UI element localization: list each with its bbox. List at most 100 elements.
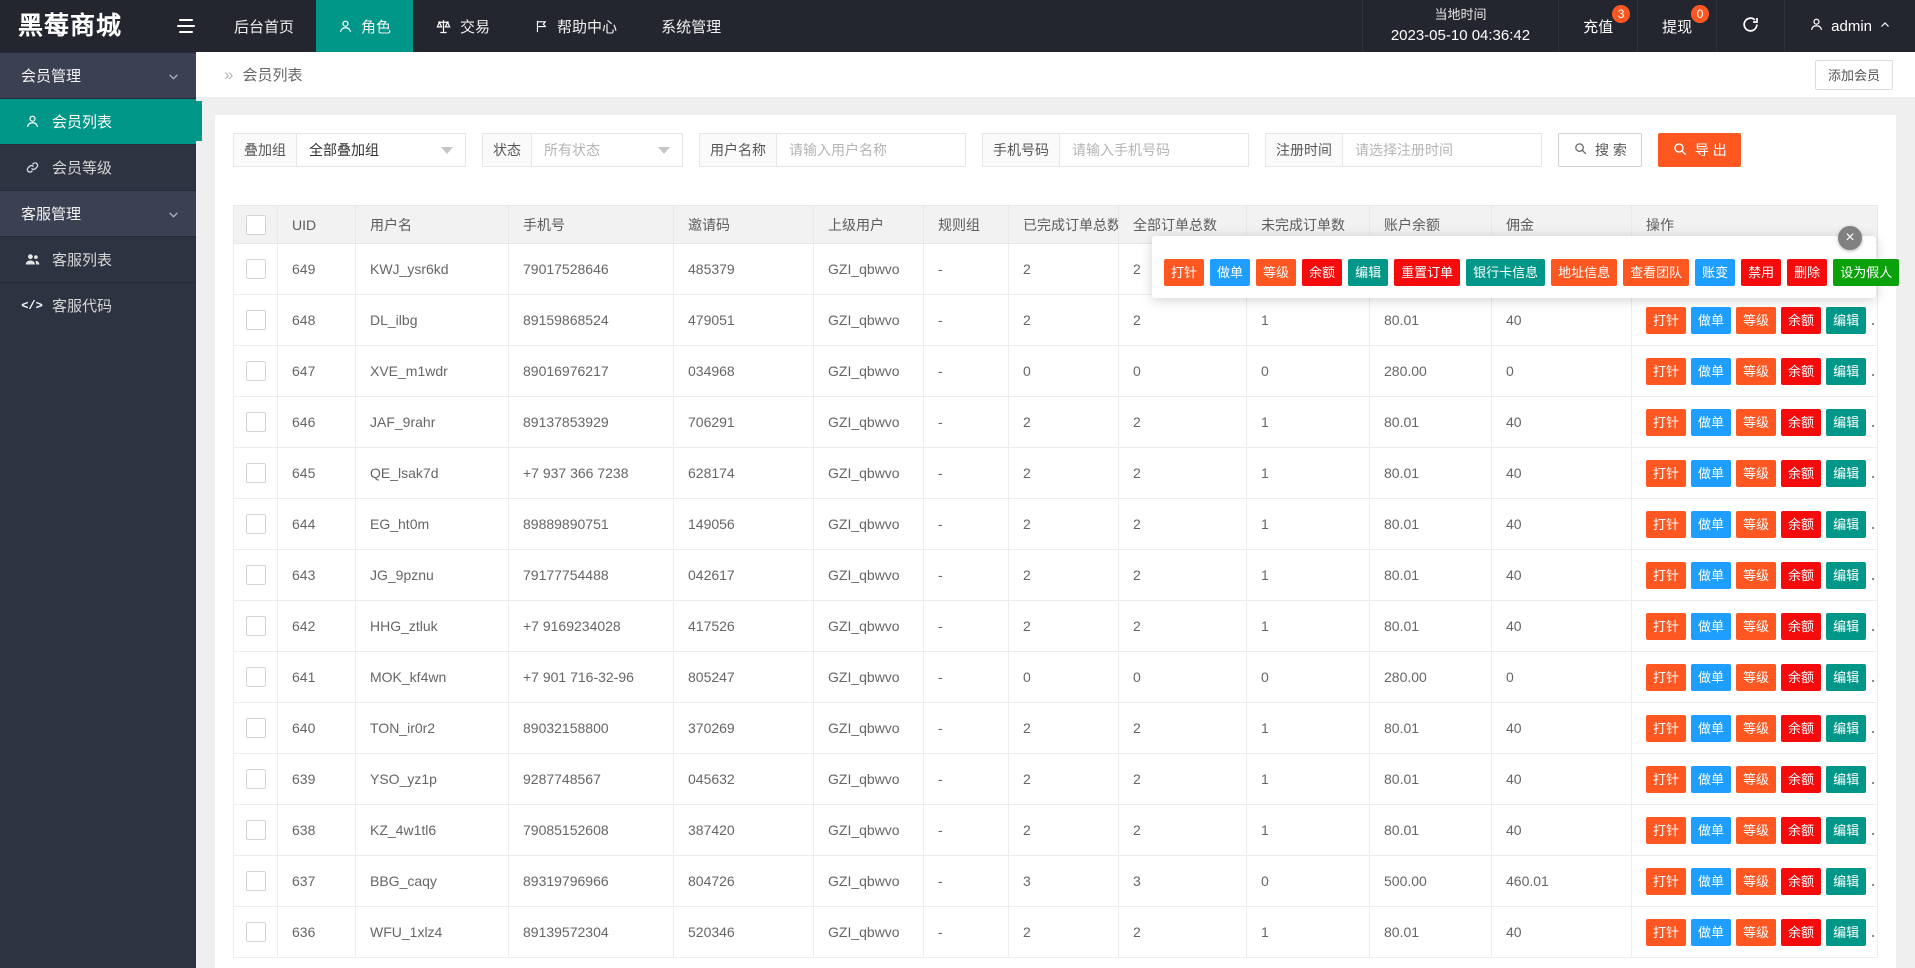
row-more-actions-button[interactable]: ... bbox=[1871, 873, 1877, 889]
row-action-button[interactable]: 等级 bbox=[1736, 562, 1776, 589]
row-more-actions-button[interactable]: ... bbox=[1871, 924, 1877, 940]
row-action-button[interactable]: 打针 bbox=[1646, 409, 1686, 436]
row-action-button[interactable]: 编辑 bbox=[1826, 409, 1866, 436]
row-action-button[interactable]: 做单 bbox=[1691, 511, 1731, 538]
row-action-button[interactable]: 打针 bbox=[1646, 307, 1686, 334]
row-action-button[interactable]: 余额 bbox=[1781, 409, 1821, 436]
row-action-button[interactable]: 打针 bbox=[1646, 766, 1686, 793]
row-action-button[interactable]: 重置订单 bbox=[1394, 259, 1460, 286]
row-checkbox[interactable] bbox=[246, 565, 266, 585]
row-more-actions-button[interactable]: ... bbox=[1871, 516, 1877, 532]
nav-item-trade[interactable]: 交易 bbox=[413, 0, 512, 52]
row-action-button[interactable]: 查看团队 bbox=[1623, 259, 1689, 286]
row-action-button[interactable]: 打针 bbox=[1646, 919, 1686, 946]
row-checkbox[interactable] bbox=[246, 361, 266, 381]
row-action-button[interactable]: 余额 bbox=[1781, 358, 1821, 385]
nav-item-help-center[interactable]: 帮助中心 bbox=[512, 0, 639, 52]
row-action-button[interactable]: 删除 bbox=[1787, 259, 1827, 286]
withdraw-button[interactable]: 提现 0 bbox=[1637, 0, 1716, 52]
row-action-button[interactable]: 银行卡信息 bbox=[1466, 259, 1545, 286]
row-more-actions-button[interactable]: ... bbox=[1871, 363, 1877, 379]
row-action-button[interactable]: 禁用 bbox=[1741, 259, 1781, 286]
row-action-button[interactable]: 打针 bbox=[1646, 613, 1686, 640]
row-action-button[interactable]: 做单 bbox=[1691, 460, 1731, 487]
row-action-button[interactable]: 账变 bbox=[1695, 259, 1735, 286]
row-checkbox[interactable] bbox=[246, 769, 266, 789]
row-action-button[interactable]: 编辑 bbox=[1826, 511, 1866, 538]
row-more-actions-button[interactable]: ... bbox=[1871, 822, 1877, 838]
nav-item-dashboard[interactable]: 后台首页 bbox=[212, 0, 316, 52]
row-action-button[interactable]: 打针 bbox=[1646, 460, 1686, 487]
sidebar-item-member-level[interactable]: 会员等级 bbox=[0, 144, 196, 190]
export-button[interactable]: 导 出 bbox=[1658, 133, 1741, 167]
row-action-button[interactable]: 余额 bbox=[1781, 868, 1821, 895]
row-action-button[interactable]: 打针 bbox=[1646, 664, 1686, 691]
row-action-button[interactable]: 余额 bbox=[1781, 664, 1821, 691]
row-more-actions-button[interactable]: ... bbox=[1871, 312, 1877, 328]
row-action-button[interactable]: 做单 bbox=[1691, 766, 1731, 793]
row-action-button[interactable]: 等级 bbox=[1736, 766, 1776, 793]
row-action-button[interactable]: 余额 bbox=[1781, 613, 1821, 640]
row-action-button[interactable]: 余额 bbox=[1781, 307, 1821, 334]
row-action-button[interactable]: 编辑 bbox=[1826, 307, 1866, 334]
row-action-button[interactable]: 编辑 bbox=[1826, 460, 1866, 487]
row-checkbox[interactable] bbox=[246, 259, 266, 279]
row-action-button[interactable]: 编辑 bbox=[1826, 817, 1866, 844]
row-action-button[interactable]: 余额 bbox=[1781, 562, 1821, 589]
row-more-actions-button[interactable]: ... bbox=[1871, 414, 1877, 430]
stack-group-select[interactable]: 全部叠加组 bbox=[296, 133, 466, 167]
row-action-button[interactable]: 等级 bbox=[1256, 259, 1296, 286]
row-action-button[interactable]: 等级 bbox=[1736, 460, 1776, 487]
status-select[interactable]: 所有状态 bbox=[531, 133, 683, 167]
row-action-button[interactable]: 等级 bbox=[1736, 307, 1776, 334]
row-action-button[interactable]: 打针 bbox=[1646, 817, 1686, 844]
username-input[interactable] bbox=[776, 133, 966, 167]
row-more-actions-button[interactable]: ... bbox=[1871, 618, 1877, 634]
row-more-actions-button[interactable]: ... bbox=[1871, 720, 1877, 736]
row-action-button[interactable]: 设为假人 bbox=[1833, 259, 1899, 286]
sidebar-item-member-list[interactable]: 会员列表 bbox=[0, 98, 196, 144]
row-action-button[interactable]: 等级 bbox=[1736, 358, 1776, 385]
row-action-button[interactable]: 做单 bbox=[1691, 358, 1731, 385]
row-action-button[interactable]: 编辑 bbox=[1826, 868, 1866, 895]
add-member-button[interactable]: 添加会员 bbox=[1815, 60, 1893, 90]
row-action-button[interactable]: 做单 bbox=[1691, 715, 1731, 742]
row-action-button[interactable]: 做单 bbox=[1210, 259, 1250, 286]
row-action-button[interactable]: 打针 bbox=[1646, 562, 1686, 589]
row-action-button[interactable]: 编辑 bbox=[1348, 259, 1388, 286]
reg-time-input[interactable] bbox=[1342, 133, 1542, 167]
row-action-button[interactable]: 打针 bbox=[1164, 259, 1204, 286]
row-action-button[interactable]: 等级 bbox=[1736, 409, 1776, 436]
row-action-button[interactable]: 做单 bbox=[1691, 919, 1731, 946]
row-action-button[interactable]: 做单 bbox=[1691, 307, 1731, 334]
row-action-button[interactable]: 编辑 bbox=[1826, 715, 1866, 742]
row-more-actions-button[interactable]: ... bbox=[1871, 771, 1877, 787]
row-checkbox[interactable] bbox=[246, 820, 266, 840]
row-action-button[interactable]: 做单 bbox=[1691, 409, 1731, 436]
row-action-button[interactable]: 等级 bbox=[1736, 664, 1776, 691]
row-more-actions-button[interactable]: ... bbox=[1871, 567, 1877, 583]
sidebar-collapse-button[interactable] bbox=[160, 0, 212, 52]
sidebar-item-support-code[interactable]: </> 客服代码 bbox=[0, 282, 196, 328]
row-action-button[interactable]: 做单 bbox=[1691, 562, 1731, 589]
row-action-button[interactable]: 余额 bbox=[1781, 460, 1821, 487]
row-action-button[interactable]: 等级 bbox=[1736, 868, 1776, 895]
refresh-button[interactable] bbox=[1716, 0, 1784, 52]
row-action-button[interactable]: 编辑 bbox=[1826, 358, 1866, 385]
row-action-button[interactable]: 余额 bbox=[1302, 259, 1342, 286]
row-action-button[interactable]: 做单 bbox=[1691, 664, 1731, 691]
row-action-button[interactable]: 余额 bbox=[1781, 817, 1821, 844]
sidebar-group-support-management[interactable]: 客服管理 bbox=[0, 190, 196, 236]
sidebar-group-member-management[interactable]: 会员管理 bbox=[0, 52, 196, 98]
row-action-button[interactable]: 地址信息 bbox=[1551, 259, 1617, 286]
row-more-actions-button[interactable]: ... bbox=[1871, 669, 1877, 685]
recharge-button[interactable]: 充值 3 bbox=[1558, 0, 1637, 52]
row-action-button[interactable]: 余额 bbox=[1781, 919, 1821, 946]
row-action-button[interactable]: 打针 bbox=[1646, 715, 1686, 742]
phone-input[interactable] bbox=[1059, 133, 1249, 167]
row-checkbox[interactable] bbox=[246, 463, 266, 483]
row-action-button[interactable]: 等级 bbox=[1736, 613, 1776, 640]
row-action-button[interactable]: 等级 bbox=[1736, 817, 1776, 844]
row-checkbox[interactable] bbox=[246, 871, 266, 891]
row-action-button[interactable]: 余额 bbox=[1781, 766, 1821, 793]
